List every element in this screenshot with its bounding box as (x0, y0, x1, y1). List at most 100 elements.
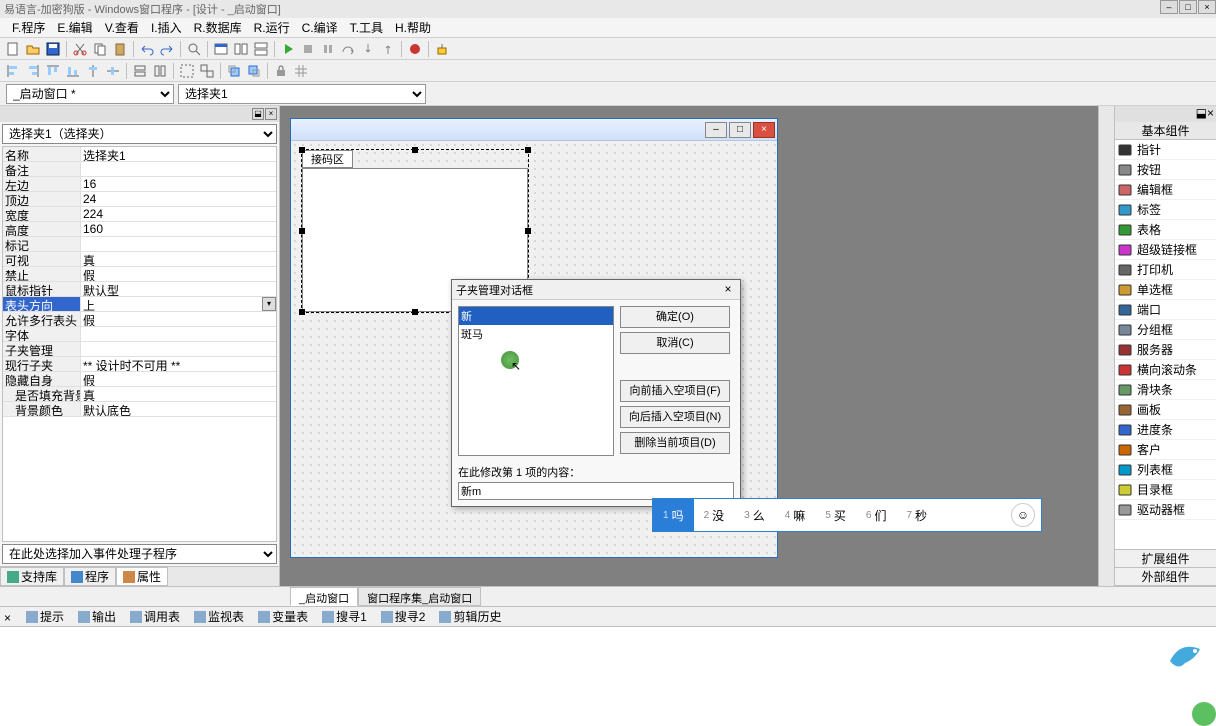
insert-before-button[interactable]: 向前插入空项目(F) (620, 380, 730, 402)
control-selector[interactable]: 选择夹1 (178, 84, 426, 104)
insert-after-button[interactable]: 向后插入空项目(N) (620, 406, 730, 428)
output-tab[interactable]: 剪辑历史 (435, 608, 505, 625)
step-into-icon[interactable] (359, 40, 377, 58)
component-item[interactable]: 编辑框 (1115, 180, 1216, 200)
component-item[interactable]: 横向滚动条 (1115, 360, 1216, 380)
maximize-button[interactable]: □ (1179, 0, 1197, 14)
prop-row[interactable]: 高度160 (3, 222, 276, 237)
rpanel-pin-icon[interactable]: ⬓ (1196, 106, 1207, 122)
prop-row[interactable]: 备注 (3, 162, 276, 177)
component-item[interactable]: 服务器 (1115, 340, 1216, 360)
prop-row[interactable]: 宽度224 (3, 207, 276, 222)
dialog-titlebar[interactable]: 子夹管理对话框 × (452, 280, 740, 300)
align-center-v-icon[interactable] (104, 62, 122, 80)
ime-candidate[interactable]: 6们 (856, 499, 897, 531)
prop-value[interactable]: 上▾ (81, 297, 276, 311)
window-selector[interactable]: _启动窗口 * (6, 84, 174, 104)
tab-header-label[interactable]: 接码区 (302, 150, 353, 168)
prop-value[interactable]: 默认底色 (81, 402, 276, 416)
menu-edit[interactable]: E.编辑 (51, 17, 98, 38)
undo-icon[interactable] (138, 40, 156, 58)
prop-value[interactable]: 真 (81, 252, 276, 266)
output-tab[interactable]: 监视表 (190, 608, 248, 625)
component-item[interactable]: 打印机 (1115, 260, 1216, 280)
grid-icon[interactable] (292, 62, 310, 80)
form-body[interactable]: 接码区 ↖ 子夹管理对话框 × (291, 141, 777, 557)
prop-row[interactable]: 顶边24 (3, 192, 276, 207)
list-item[interactable]: 新 (459, 307, 613, 325)
output-tab[interactable]: 变量表 (254, 608, 312, 625)
prop-row[interactable]: 字体 (3, 327, 276, 342)
component-item[interactable]: 列表框 (1115, 460, 1216, 480)
cancel-button[interactable]: 取消(C) (620, 332, 730, 354)
dialog-close-icon[interactable]: × (720, 282, 736, 298)
component-item[interactable]: 超级链接框 (1115, 240, 1216, 260)
same-width-icon[interactable] (131, 62, 149, 80)
ime-candidate-bar[interactable]: 1吗2没3么4嘛5买6们7秒 ☺ (652, 498, 1042, 532)
component-item[interactable]: 驱动器框 (1115, 500, 1216, 520)
ime-candidate[interactable]: 5买 (815, 499, 856, 531)
prop-row[interactable]: 隐藏自身假 (3, 372, 276, 387)
editor-tab[interactable]: 窗口程序集_启动窗口 (358, 587, 481, 606)
dropdown-arrow-icon[interactable]: ▾ (262, 297, 276, 311)
menu-program[interactable]: F.程序 (6, 17, 51, 38)
component-item[interactable]: 单选框 (1115, 280, 1216, 300)
ext-components-tab[interactable]: 扩展组件 (1115, 550, 1216, 568)
lock-icon[interactable] (272, 62, 290, 80)
prop-row[interactable]: 可视真 (3, 252, 276, 267)
component-item[interactable]: 表格 (1115, 220, 1216, 240)
output-tab[interactable]: 搜寻2 (377, 608, 430, 625)
redo-icon[interactable] (158, 40, 176, 58)
component-item[interactable]: 按钮 (1115, 160, 1216, 180)
prop-row[interactable]: 名称选择夹1 (3, 147, 276, 162)
step-out-icon[interactable] (379, 40, 397, 58)
form-maximize-icon[interactable]: □ (729, 122, 751, 138)
menu-view[interactable]: V.查看 (99, 17, 145, 38)
prop-value[interactable]: ** 设计时不可用 ** (81, 357, 276, 371)
group-icon[interactable] (178, 62, 196, 80)
prop-row[interactable]: 允许多行表头假 (3, 312, 276, 327)
find-icon[interactable] (185, 40, 203, 58)
prop-value[interactable]: 假 (81, 267, 276, 281)
component-item[interactable]: 指针 (1115, 140, 1216, 160)
prop-value[interactable]: 假 (81, 312, 276, 326)
component-item[interactable]: 端口 (1115, 300, 1216, 320)
component-item[interactable]: 滑块条 (1115, 380, 1216, 400)
left-tab[interactable]: 程序 (64, 567, 116, 586)
left-tab[interactable]: 支持库 (0, 567, 64, 586)
rpanel-close-icon[interactable]: × (1207, 106, 1214, 122)
send-back-icon[interactable] (245, 62, 263, 80)
ime-candidate[interactable]: 4嘛 (775, 499, 816, 531)
save-icon[interactable] (44, 40, 62, 58)
prop-row[interactable]: 是否填充背景真 (3, 387, 276, 402)
component-item[interactable]: 目录框 (1115, 480, 1216, 500)
property-grid[interactable]: 名称选择夹1备注左边16顶边24宽度224高度160标记可视真禁止假鼠标指针默认… (2, 146, 277, 542)
dialog-item-list[interactable]: 新斑马 (458, 306, 614, 456)
close-button[interactable]: × (1198, 0, 1216, 14)
prop-value[interactable]: 224 (81, 207, 276, 221)
component-item[interactable]: 进度条 (1115, 420, 1216, 440)
step-over-icon[interactable] (339, 40, 357, 58)
component-item[interactable]: 画板 (1115, 400, 1216, 420)
property-object-selector[interactable]: 选择夹1（选择夹） (2, 124, 277, 144)
prop-value[interactable] (81, 237, 276, 251)
copy-icon[interactable] (91, 40, 109, 58)
prop-value[interactable]: 默认型 (81, 282, 276, 296)
menu-help[interactable]: H.帮助 (389, 17, 437, 38)
external-components-tab[interactable]: 外部组件 (1115, 568, 1216, 586)
ime-candidate[interactable]: 2没 (694, 499, 735, 531)
stop-icon[interactable] (299, 40, 317, 58)
prop-value[interactable]: 16 (81, 177, 276, 191)
paste-icon[interactable] (111, 40, 129, 58)
prop-row[interactable]: 禁止假 (3, 267, 276, 282)
prop-value[interactable]: 选择夹1 (81, 147, 276, 161)
ime-candidate[interactable]: 7秒 (896, 499, 937, 531)
align-right-icon[interactable] (24, 62, 42, 80)
panel-close-icon[interactable]: × (265, 108, 277, 120)
prop-value[interactable]: 160 (81, 222, 276, 236)
component-item[interactable]: 分组框 (1115, 320, 1216, 340)
window3-icon[interactable] (252, 40, 270, 58)
new-icon[interactable] (4, 40, 22, 58)
menu-tools[interactable]: T.工具 (344, 17, 389, 38)
menu-run[interactable]: R.运行 (248, 17, 296, 38)
